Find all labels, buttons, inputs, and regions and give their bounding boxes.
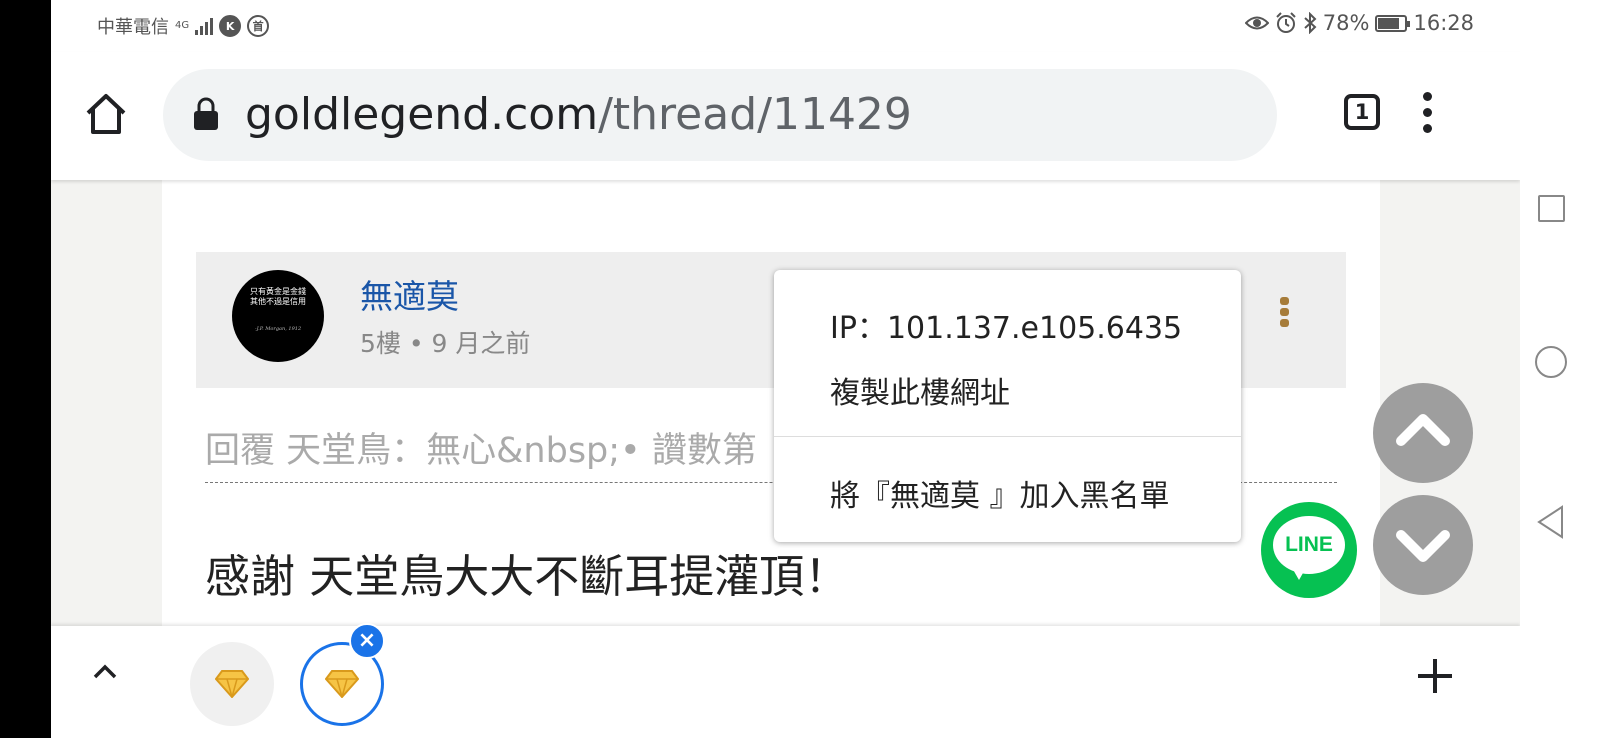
browser-screen: 中華電信 4G K 首 78% 16:28 goldlegend.com/thr… bbox=[51, 0, 1520, 738]
line-share-button[interactable]: LINE bbox=[1261, 502, 1357, 598]
post-more-icon[interactable] bbox=[1278, 297, 1290, 331]
diamond-icon bbox=[325, 670, 359, 698]
battery-icon bbox=[1375, 14, 1411, 32]
avatar-line-1: 只有黃金是金錢 bbox=[250, 287, 306, 296]
alarm-icon bbox=[1276, 12, 1296, 33]
clock: 16:28 bbox=[1413, 11, 1474, 35]
eye-icon bbox=[1244, 16, 1269, 30]
scroll-down-button[interactable] bbox=[1373, 495, 1473, 595]
avatar[interactable]: 只有黃金是金錢 其他不過是信用 -J.P. Morgan, 1912 bbox=[232, 270, 324, 362]
signal-icon bbox=[195, 17, 214, 35]
menu-item-blacklist[interactable]: 將『無適莫 』加入黑名單 bbox=[830, 471, 1170, 515]
scroll-up-button[interactable] bbox=[1373, 383, 1473, 483]
bluetooth-icon bbox=[1304, 12, 1317, 34]
avatar-line-2: 其他不過是信用 bbox=[250, 297, 306, 306]
system-home-button[interactable] bbox=[1535, 346, 1567, 378]
avatar-line-3: -J.P. Morgan, 1912 bbox=[254, 326, 302, 332]
diamond-icon bbox=[215, 670, 249, 698]
reply-quote: 回覆 天堂鳥：無心&nbsp;• 讚數第 bbox=[205, 431, 757, 471]
scroll-up-icon bbox=[1396, 414, 1450, 446]
url-path: /thread/11429 bbox=[598, 89, 912, 140]
home-icon[interactable] bbox=[83, 91, 129, 137]
system-nav-bar bbox=[1520, 0, 1600, 738]
plus-icon[interactable] bbox=[1415, 656, 1455, 696]
post-context-menu: IP：101.137.e105.6435 複製此樓網址 將『無適莫 』加入黑名單 bbox=[774, 270, 1241, 542]
menu-item-copy-link[interactable]: 複製此樓網址 bbox=[830, 368, 1010, 412]
post-username[interactable]: 無適莫 bbox=[360, 270, 459, 318]
news-app-icon: 首 bbox=[247, 15, 270, 37]
recent-apps-button[interactable] bbox=[1538, 195, 1565, 222]
menu-divider bbox=[774, 436, 1241, 437]
back-icon[interactable] bbox=[1536, 505, 1566, 539]
menu-icon[interactable] bbox=[1417, 92, 1437, 136]
network-label: 4G bbox=[175, 20, 190, 31]
scroll-down-icon bbox=[1396, 530, 1450, 562]
menu-item-ip[interactable]: IP：101.137.e105.6435 bbox=[830, 303, 1182, 347]
close-icon[interactable]: × bbox=[349, 623, 385, 659]
lock-icon bbox=[194, 97, 218, 130]
bottom-tab-bar: × bbox=[51, 623, 1520, 738]
k-app-icon: K bbox=[219, 15, 242, 37]
browser-toolbar: goldlegend.com/thread/11429 1 bbox=[51, 52, 1520, 180]
address-bar[interactable]: goldlegend.com/thread/11429 bbox=[163, 69, 1277, 161]
tab-thumbnail-1[interactable] bbox=[190, 642, 274, 726]
battery-percent: 78% bbox=[1322, 11, 1370, 35]
post-floor-time: 5樓 • 9 月之前 bbox=[360, 329, 531, 358]
post-body: 感謝 天堂鳥大大不斷耳提灌頂！ bbox=[205, 550, 850, 603]
carrier-label: 中華電信 bbox=[97, 17, 169, 38]
url-text[interactable]: goldlegend.com/thread/11429 bbox=[245, 87, 912, 143]
tab-switcher-icon[interactable]: 1 bbox=[1344, 94, 1380, 130]
status-bar: 中華電信 4G K 首 78% 16:28 bbox=[51, 0, 1520, 52]
line-label: LINE bbox=[1285, 533, 1333, 556]
url-domain: goldlegend.com bbox=[245, 89, 599, 140]
chevron-up-icon[interactable] bbox=[91, 658, 119, 686]
